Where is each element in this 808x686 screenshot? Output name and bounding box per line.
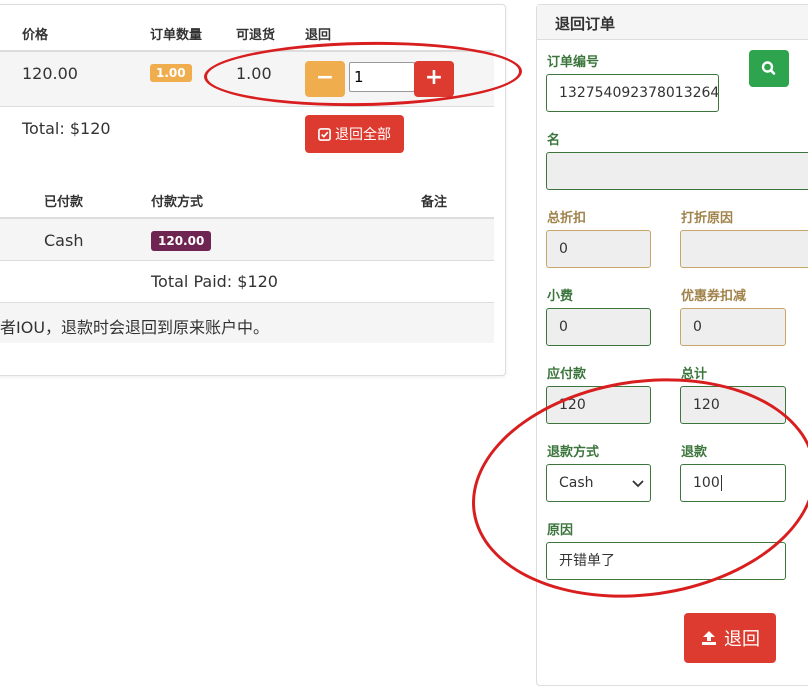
col-header-return: 退回	[305, 28, 332, 43]
payable-label: 应付款	[547, 367, 587, 382]
payment-amount-badge: 120.00	[151, 231, 212, 251]
col-header-method: 付款方式	[151, 195, 204, 210]
discount-input: 0	[546, 230, 651, 268]
discount-reason-label: 打折原因	[681, 211, 734, 226]
order-qty-badge: 1.00	[150, 64, 192, 82]
col-header-order-qty: 订单数量	[150, 28, 203, 43]
col-header-returnable: 可退货	[236, 28, 276, 43]
upload-icon	[702, 631, 716, 645]
search-button[interactable]	[749, 50, 789, 87]
coupon-input: 0	[680, 308, 786, 346]
col-header-paid: 已付款	[44, 195, 84, 210]
submit-refund-label: 退回	[724, 629, 760, 650]
refund-notice: 者IOU，退款时会退回到原来账户中。	[0, 318, 270, 337]
order-no-label: 订单编号	[547, 55, 600, 70]
tip-label: 小费	[547, 289, 574, 304]
discount-label: 总折扣	[547, 211, 587, 226]
name-label: 名	[547, 133, 561, 148]
row-divider	[0, 260, 494, 261]
panel-title: 退回订单	[555, 15, 616, 33]
name-input	[546, 152, 808, 190]
items-total: Total: $120	[22, 119, 111, 138]
order-no-input[interactable]: 132754092378013264576	[546, 74, 719, 112]
panel-header: 退回订单	[537, 5, 808, 40]
discount-reason-input	[680, 230, 808, 268]
payment-paid: Cash	[44, 231, 84, 250]
return-all-label: 退回全部	[335, 127, 391, 143]
col-header-price: 价格	[22, 28, 49, 43]
search-icon	[761, 61, 776, 75]
check-square-icon	[318, 127, 331, 141]
tip-input: 0	[546, 308, 651, 346]
item-price: 120.00	[22, 64, 78, 83]
return-all-button[interactable]: 退回全部	[305, 115, 404, 153]
submit-refund-button[interactable]: 退回	[684, 613, 776, 663]
col-header-note: 备注	[421, 195, 448, 210]
total-paid: Total Paid: $120	[151, 272, 278, 291]
row-divider	[0, 106, 494, 107]
coupon-label: 优惠券扣减	[681, 289, 747, 304]
